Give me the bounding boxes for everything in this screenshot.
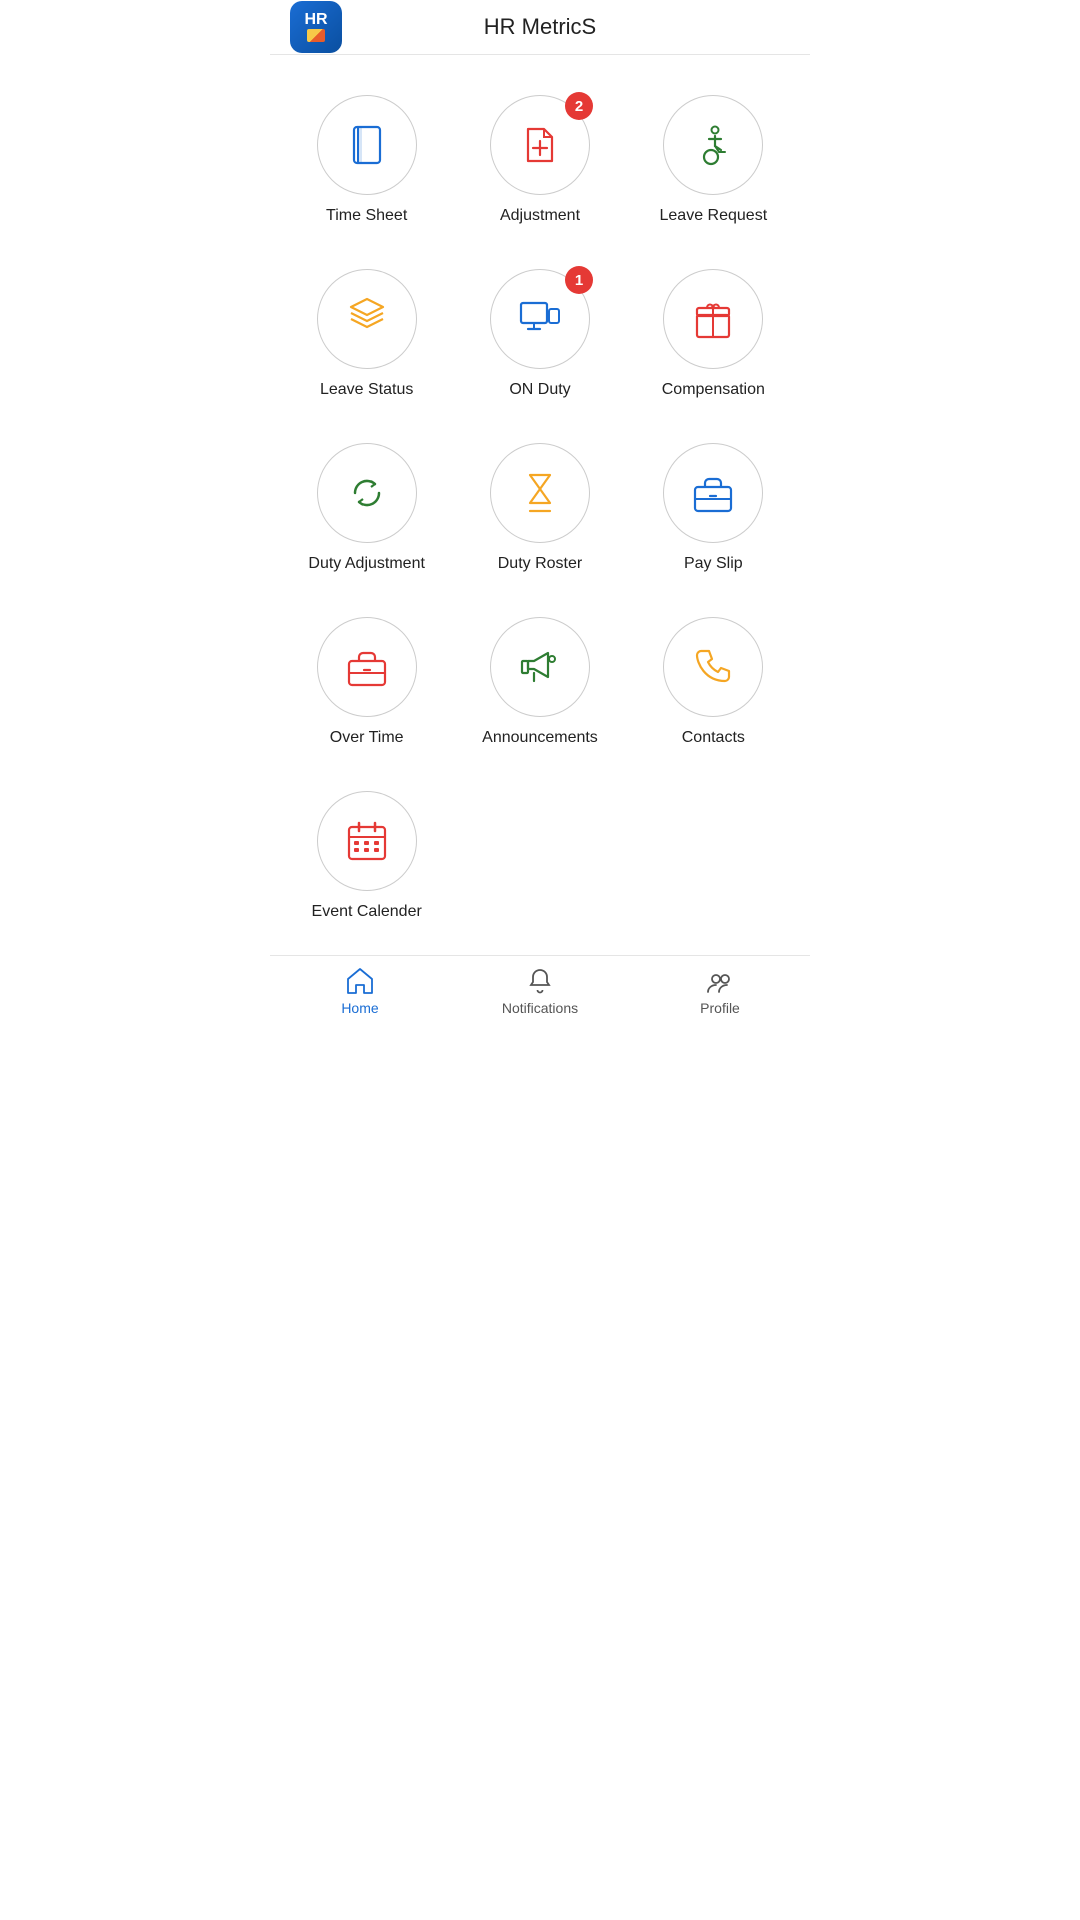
file-plus-icon: [514, 119, 566, 171]
hourglass-icon: [514, 467, 566, 519]
icon-wrap-on-duty: 1: [490, 269, 590, 369]
nav-label-home: Home: [341, 1000, 378, 1016]
grid-item-duty-adjustment[interactable]: Duty Adjustment: [280, 423, 453, 597]
label-contacts: Contacts: [682, 729, 745, 747]
nav-label-notifications: Notifications: [502, 1000, 578, 1016]
label-announcements: Announcements: [482, 729, 598, 747]
icon-wrap-duty-roster: [490, 443, 590, 543]
badge-adjustment: 2: [565, 92, 593, 120]
header-title: HR MetricS: [484, 14, 596, 40]
app-header: HR HR MetricS: [270, 0, 810, 55]
label-duty-adjustment: Duty Adjustment: [308, 555, 425, 573]
grid-item-over-time[interactable]: Over Time: [280, 597, 453, 771]
icon-wrap-time-sheet: [317, 95, 417, 195]
briefcase-blue-icon: [687, 467, 739, 519]
grid-item-leave-request[interactable]: Leave Request: [627, 75, 800, 249]
grid-item-adjustment[interactable]: 2 Adjustment: [453, 75, 626, 249]
bell-icon: [525, 966, 555, 996]
grid-item-duty-roster[interactable]: Duty Roster: [453, 423, 626, 597]
icon-wrap-event-calender: [317, 791, 417, 891]
home-icon: [345, 966, 375, 996]
profile-icon: [705, 966, 735, 996]
nav-item-home[interactable]: Home: [270, 966, 450, 1016]
icon-wrap-over-time: [317, 617, 417, 717]
megaphone-icon: [514, 641, 566, 693]
label-leave-status: Leave Status: [320, 381, 413, 399]
label-adjustment: Adjustment: [500, 207, 580, 225]
icon-wrap-contacts: [663, 617, 763, 717]
label-on-duty: ON Duty: [509, 381, 570, 399]
bottom-nav: Home Notifications Profile: [270, 955, 810, 1032]
nav-label-profile: Profile: [700, 1000, 740, 1016]
grid-item-leave-status[interactable]: Leave Status: [280, 249, 453, 423]
label-event-calender: Event Calender: [312, 903, 422, 921]
label-duty-roster: Duty Roster: [498, 555, 582, 573]
icon-wrap-announcements: [490, 617, 590, 717]
icon-wrap-pay-slip: [663, 443, 763, 543]
badge-on-duty: 1: [565, 266, 593, 294]
icon-wrap-duty-adjustment: [317, 443, 417, 543]
wheelchair-icon: [687, 119, 739, 171]
nav-item-profile[interactable]: Profile: [630, 966, 810, 1016]
label-compensation: Compensation: [662, 381, 765, 399]
grid-item-announcements[interactable]: Announcements: [453, 597, 626, 771]
grid-item-time-sheet[interactable]: Time Sheet: [280, 75, 453, 249]
gift-icon: [687, 293, 739, 345]
logo-text: HR: [304, 12, 327, 28]
app-logo: HR: [290, 1, 342, 53]
label-pay-slip: Pay Slip: [684, 555, 743, 573]
briefcase-red-icon: [341, 641, 393, 693]
phone-icon: [687, 641, 739, 693]
book-icon: [341, 119, 393, 171]
grid-item-on-duty[interactable]: 1 ON Duty: [453, 249, 626, 423]
label-time-sheet: Time Sheet: [326, 207, 407, 225]
logo-box-icon: [307, 29, 325, 42]
label-over-time: Over Time: [330, 729, 404, 747]
nav-item-notifications[interactable]: Notifications: [450, 966, 630, 1016]
icon-wrap-adjustment: 2: [490, 95, 590, 195]
grid-item-pay-slip[interactable]: Pay Slip: [627, 423, 800, 597]
grid-item-compensation[interactable]: Compensation: [627, 249, 800, 423]
label-leave-request: Leave Request: [660, 207, 768, 225]
monitor-icon: [514, 293, 566, 345]
layers-icon: [341, 293, 393, 345]
calendar-icon: [341, 815, 393, 867]
grid-item-contacts[interactable]: Contacts: [627, 597, 800, 771]
icon-wrap-leave-status: [317, 269, 417, 369]
main-grid: Time Sheet 2 Adjustment Leave Request Lea…: [270, 55, 810, 955]
icon-wrap-compensation: [663, 269, 763, 369]
refresh-icon: [341, 467, 393, 519]
icon-wrap-leave-request: [663, 95, 763, 195]
grid-item-event-calender[interactable]: Event Calender: [280, 771, 453, 945]
